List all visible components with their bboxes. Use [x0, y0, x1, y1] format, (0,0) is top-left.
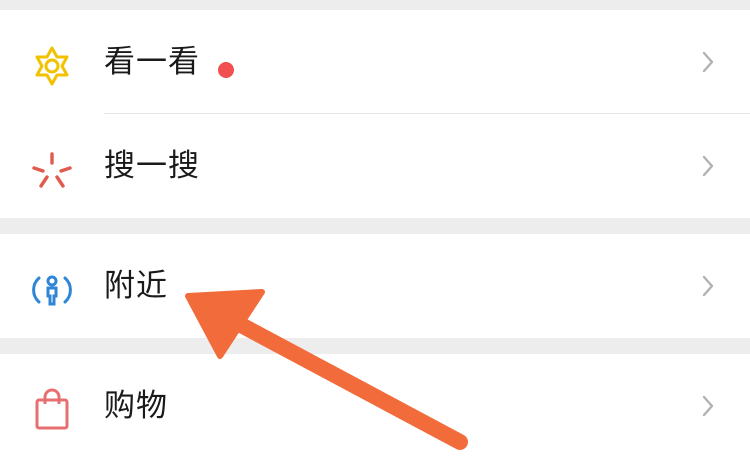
sparkle-burst-icon	[32, 152, 72, 188]
shopping-bag-icon	[35, 388, 69, 430]
menu-item-search[interactable]: 搜一搜	[0, 114, 750, 218]
chevron-right-icon	[702, 395, 714, 417]
menu-item-label: 看一看	[104, 44, 200, 80]
unread-badge-dot	[218, 62, 234, 78]
star-flower-icon	[35, 46, 69, 86]
menu-item-look[interactable]: 看一看	[0, 10, 750, 114]
menu-item-nearby[interactable]: 附近	[0, 234, 750, 338]
discover-group-3: 购物	[0, 354, 750, 462]
discover-group-2: 附近	[0, 234, 750, 338]
menu-item-label: 附近	[104, 268, 168, 304]
discover-group-1: 看一看 搜一搜	[0, 10, 750, 218]
chevron-right-icon	[702, 51, 714, 73]
nearby-person-icon	[32, 275, 72, 306]
menu-item-label: 购物	[104, 388, 168, 424]
menu-item-shopping[interactable]: 购物	[0, 354, 750, 458]
chevron-right-icon	[702, 275, 714, 297]
chevron-right-icon	[702, 155, 714, 177]
menu-item-label: 搜一搜	[104, 148, 200, 184]
